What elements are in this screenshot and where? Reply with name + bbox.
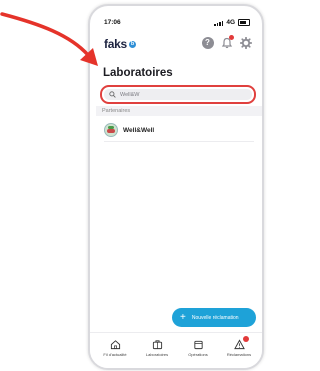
lab-name: Well&Well bbox=[123, 126, 155, 134]
settings-button[interactable] bbox=[239, 36, 252, 49]
new-claim-button[interactable]: + Nouvelle réclamation bbox=[172, 308, 256, 327]
tab-claims[interactable]: Réclamations bbox=[219, 336, 259, 357]
battery-icon bbox=[238, 19, 250, 26]
app-logo: faks b bbox=[104, 37, 136, 51]
tab-label: Opérations bbox=[188, 352, 208, 357]
search-query: Well&W bbox=[120, 91, 140, 98]
status-bar: 17:06 4G bbox=[104, 19, 250, 29]
notification-badge bbox=[229, 35, 234, 40]
list-item[interactable]: Well&Well bbox=[104, 123, 154, 137]
tab-feed[interactable]: Fil d'actualité bbox=[95, 339, 135, 357]
divider bbox=[104, 141, 254, 142]
home-icon bbox=[110, 340, 120, 350]
section-header: Partenaires bbox=[96, 106, 262, 116]
new-claim-label: Nouvelle réclamation bbox=[191, 314, 239, 321]
plus-icon: + bbox=[180, 311, 186, 323]
header-actions: ? bbox=[201, 35, 252, 49]
tab-bar: Fil d'actualité Laboratoires Opérations bbox=[90, 332, 262, 368]
tab-operations[interactable]: Opérations bbox=[178, 339, 218, 357]
search-highlight: Well&W bbox=[100, 85, 256, 104]
signal-icon bbox=[214, 20, 224, 26]
lab-logo bbox=[104, 123, 118, 137]
briefcase-icon bbox=[152, 340, 162, 350]
gear-icon bbox=[239, 36, 252, 49]
help-button[interactable]: ? bbox=[201, 36, 214, 49]
brand-mark-icon: b bbox=[128, 40, 136, 48]
tab-label: Fil d'actualité bbox=[103, 352, 127, 357]
notifications-button[interactable] bbox=[220, 35, 234, 49]
tab-laboratories[interactable]: Laboratoires bbox=[137, 339, 177, 357]
phone-frame: 17:06 4G faks b ? Laboratoires Well&W Pa… bbox=[88, 4, 264, 370]
tab-label: Laboratoires bbox=[145, 352, 169, 357]
search-input[interactable]: Well&W bbox=[104, 89, 252, 100]
help-icon: ? bbox=[201, 36, 214, 49]
search-icon bbox=[109, 91, 116, 98]
brand-name: faks bbox=[104, 37, 127, 51]
tab-label: Réclamations bbox=[226, 352, 252, 357]
status-time: 17:06 bbox=[104, 19, 121, 26]
network-label: 4G bbox=[226, 19, 235, 26]
claims-badge bbox=[243, 336, 249, 342]
calendar-icon bbox=[193, 340, 203, 350]
page-title: Laboratoires bbox=[103, 67, 173, 79]
